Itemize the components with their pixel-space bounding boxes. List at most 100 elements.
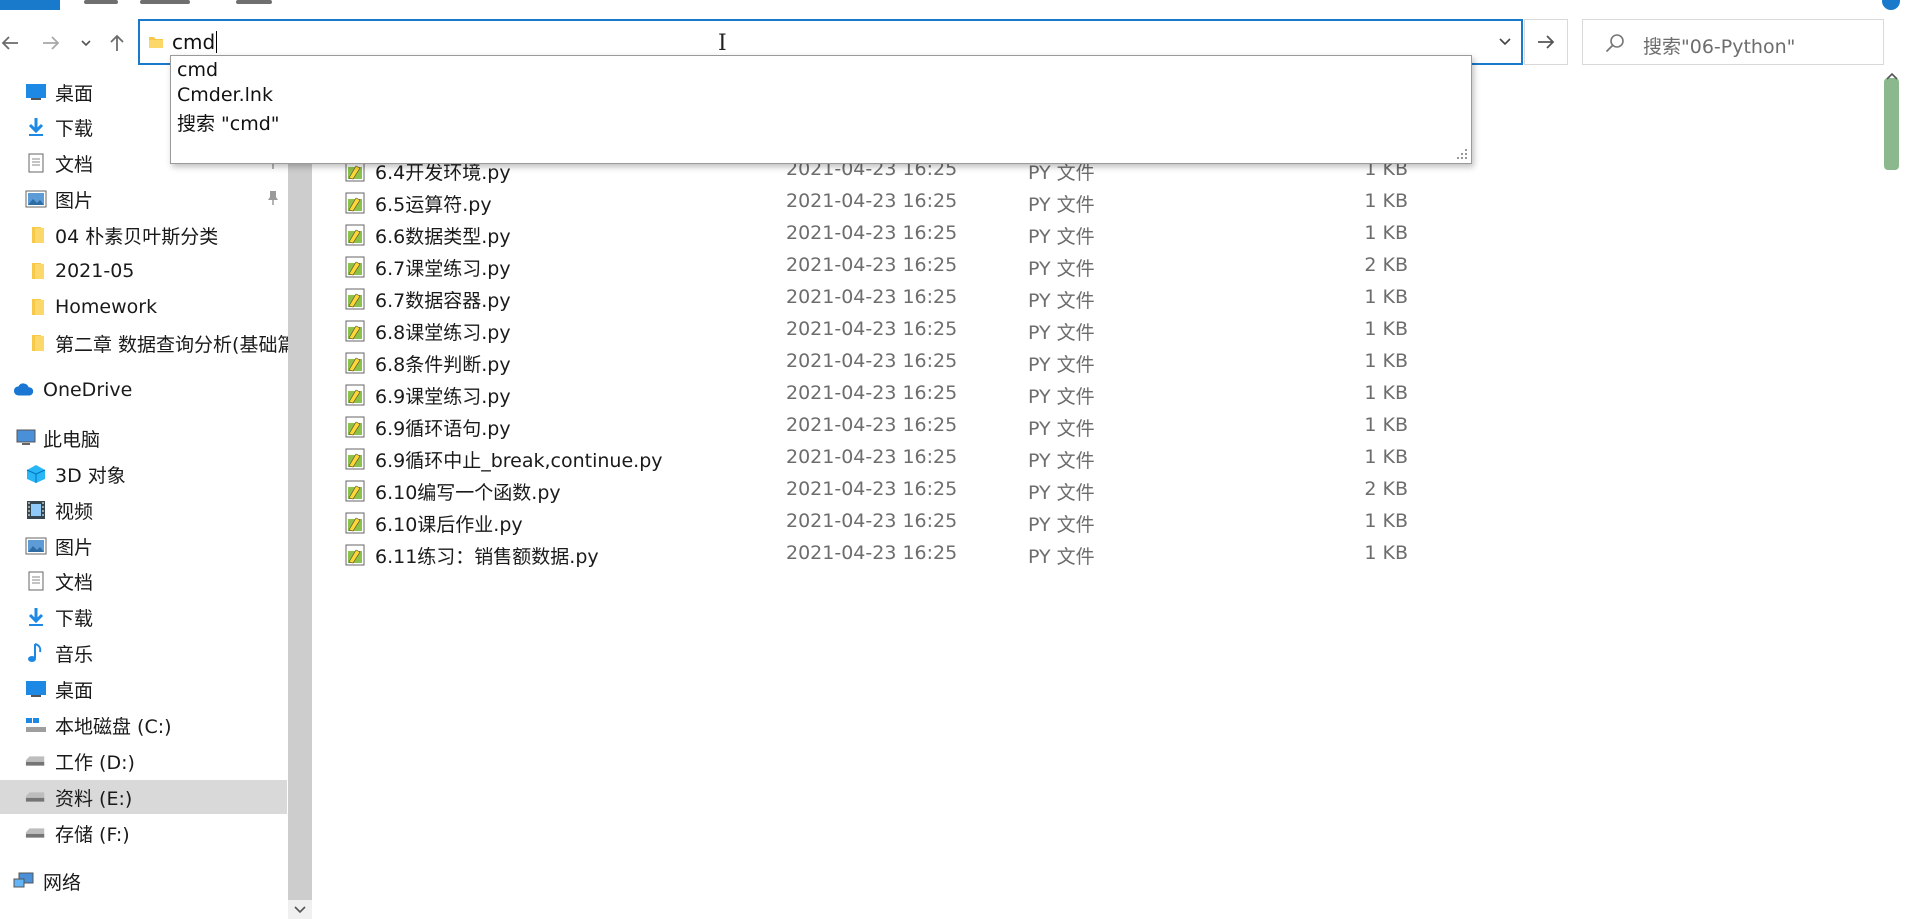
ribbon-tab-share[interactable]: [140, 0, 190, 4]
python-file-icon: [345, 320, 365, 342]
file-tab[interactable]: [0, 0, 60, 10]
file-date: 2021-04-23 16:25: [786, 286, 958, 308]
folder-icon: [27, 225, 49, 245]
desktop-icon: [25, 679, 47, 699]
file-type: PY 文件: [1028, 354, 1095, 376]
python-file-icon: [345, 416, 365, 438]
file-name: 6.8条件判断.py: [375, 354, 511, 376]
file-row[interactable]: 6.9循环中止_break,continue.py 2021-04-23 16:…: [312, 442, 1872, 474]
sidebar-item-label: 网络: [43, 871, 82, 894]
file-row[interactable]: 6.5运算符.py 2021-04-23 16:25 PY 文件 1 KB: [312, 186, 1872, 218]
file-date: 2021-04-23 16:25: [786, 478, 958, 500]
sidebar-item-music[interactable]: 音乐: [0, 636, 287, 670]
ribbon-tab-home[interactable]: [84, 0, 118, 4]
sidebar-item-desktop[interactable]: 桌面: [0, 672, 287, 706]
sidebar-item-network[interactable]: 网络: [0, 864, 287, 898]
file-row[interactable]: 6.9循环语句.py 2021-04-23 16:25 PY 文件 1 KB: [312, 410, 1872, 442]
sidebar-item-label: 2021-05: [55, 260, 135, 282]
scroll-down-icon[interactable]: [294, 906, 306, 914]
sidebar-item-pictures[interactable]: 图片: [0, 182, 287, 216]
sidebar-item-documents[interactable]: 文档: [0, 564, 287, 598]
sidebar-item-label: 下载: [55, 607, 94, 630]
video-icon: [25, 500, 47, 520]
forward-button[interactable]: [40, 26, 62, 60]
file-row[interactable]: 6.7数据容器.py 2021-04-23 16:25 PY 文件 1 KB: [312, 282, 1872, 314]
python-file-icon: [345, 256, 365, 278]
sidebar-item-drive-e[interactable]: 资料 (E:): [0, 780, 287, 814]
sidebar-item-folder[interactable]: 04 朴素贝叶斯分类: [0, 218, 287, 252]
forward-arrow-icon: [43, 36, 60, 50]
file-size: 1 KB: [1364, 190, 1408, 212]
sidebar-item-label: 文档: [55, 571, 94, 594]
file-date: 2021-04-23 16:25: [786, 222, 958, 244]
sidebar-item-drive-c[interactable]: 本地磁盘 (C:): [0, 708, 287, 742]
file-type: PY 文件: [1028, 418, 1095, 440]
pin-icon[interactable]: [266, 190, 280, 206]
file-size: 1 KB: [1364, 350, 1408, 372]
document-icon: [25, 571, 47, 591]
ribbon-strip: [0, 0, 1906, 10]
sidebar-item-pictures[interactable]: 图片: [0, 529, 287, 563]
file-size: 1 KB: [1364, 542, 1408, 564]
address-input[interactable]: cmd: [172, 30, 218, 54]
back-button[interactable]: [0, 26, 20, 60]
file-row[interactable]: 6.11练习：销售额数据.py 2021-04-23 16:25 PY 文件 1…: [312, 538, 1872, 570]
3d-objects-icon: [25, 464, 47, 484]
file-list-scrollbar[interactable]: [1876, 70, 1906, 919]
address-suggestions-dropdown: cmd Cmder.lnk 搜索 "cmd": [170, 55, 1472, 164]
sidebar-item-this-pc[interactable]: 此电脑: [0, 421, 287, 455]
sidebar-item-folder[interactable]: Homework: [0, 290, 287, 324]
address-history-chevron-icon[interactable]: [1497, 33, 1513, 49]
suggestion-item[interactable]: cmd: [177, 59, 218, 81]
file-size: 1 KB: [1364, 382, 1408, 404]
up-button[interactable]: [106, 26, 128, 60]
chevron-down-icon: [81, 40, 91, 47]
file-row[interactable]: 6.7课堂练习.py 2021-04-23 16:25 PY 文件 2 KB: [312, 250, 1872, 282]
suggestion-item[interactable]: 搜索 "cmd": [177, 109, 280, 136]
search-box[interactable]: 搜索"06-Python": [1582, 19, 1884, 65]
sidebar-item-label: 存储 (F:): [55, 823, 130, 846]
scrollbar-thumb[interactable]: [1884, 78, 1899, 170]
suggestion-item[interactable]: Cmder.lnk: [177, 84, 273, 106]
sidebar-item-folder[interactable]: 第二章 数据查询分析(基础篇): [0, 326, 304, 360]
file-date: 2021-04-23 16:25: [786, 382, 958, 404]
file-size: 1 KB: [1364, 222, 1408, 244]
file-name: 6.11练习：销售额数据.py: [375, 546, 599, 568]
help-icon[interactable]: [1882, 0, 1900, 10]
file-row[interactable]: 6.10编写一个函数.py 2021-04-23 16:25 PY 文件 2 K…: [312, 474, 1872, 506]
file-type: PY 文件: [1028, 194, 1095, 216]
file-type: PY 文件: [1028, 322, 1095, 344]
file-name: 6.10编写一个函数.py: [375, 482, 561, 504]
navigation-pane-scrollbar[interactable]: [288, 70, 312, 919]
sidebar-item-downloads[interactable]: 下载: [0, 600, 287, 634]
resize-grip-icon[interactable]: [1456, 148, 1468, 160]
file-row[interactable]: 6.10课后作业.py 2021-04-23 16:25 PY 文件 1 KB: [312, 506, 1872, 538]
file-date: 2021-04-23 16:25: [786, 254, 958, 276]
sidebar-item-drive-d[interactable]: 工作 (D:): [0, 744, 287, 778]
file-row[interactable]: 6.6数据类型.py 2021-04-23 16:25 PY 文件 1 KB: [312, 218, 1872, 250]
download-icon: [25, 607, 47, 627]
network-icon: [13, 871, 35, 891]
folder-icon: [27, 333, 49, 353]
sidebar-item-label: 工作 (D:): [55, 751, 135, 774]
file-row[interactable]: 6.9课堂练习.py 2021-04-23 16:25 PY 文件 1 KB: [312, 378, 1872, 410]
go-button[interactable]: [1524, 19, 1568, 65]
sidebar-item-3d-objects[interactable]: 3D 对象: [0, 457, 287, 491]
sidebar-item-label: 第二章 数据查询分析(基础篇): [55, 333, 304, 356]
file-row[interactable]: 6.8课堂练习.py 2021-04-23 16:25 PY 文件 1 KB: [312, 314, 1872, 346]
drive-icon: [25, 823, 47, 843]
sidebar-item-drive-f[interactable]: 存储 (F:): [0, 816, 287, 850]
sidebar-item-folder[interactable]: 2021-05: [0, 254, 287, 288]
scrollbar-thumb[interactable]: [288, 70, 312, 900]
sidebar-item-label: 04 朴素贝叶斯分类: [55, 225, 219, 248]
back-arrow-icon: [1, 36, 18, 50]
sidebar-item-onedrive[interactable]: OneDrive: [0, 373, 287, 407]
recent-locations-button[interactable]: [78, 26, 94, 60]
file-row[interactable]: 6.8条件判断.py 2021-04-23 16:25 PY 文件 1 KB: [312, 346, 1872, 378]
sidebar-item-label: 图片: [55, 189, 94, 212]
sidebar-item-videos[interactable]: 视频: [0, 493, 287, 527]
python-file-icon: [345, 352, 365, 374]
search-icon: [1605, 34, 1624, 53]
ribbon-tab-view[interactable]: [236, 0, 272, 4]
folder-icon: [149, 37, 163, 48]
